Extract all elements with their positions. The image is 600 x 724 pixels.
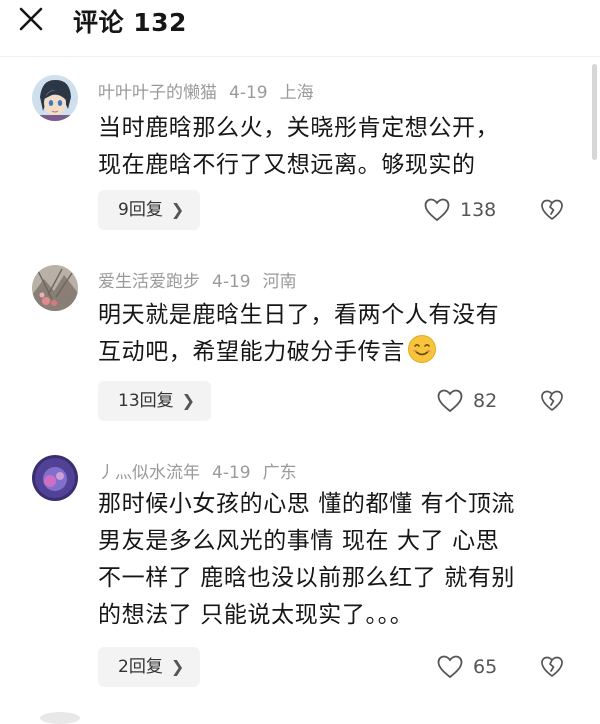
chevron-right-icon: ❯ (170, 657, 185, 676)
chevron-right-icon: ❯ (170, 200, 185, 219)
comment-text: 当时鹿晗那么火，关晓彤肯定想公开， 现在鹿晗不行了又想远离。够现实的 (98, 110, 568, 184)
comment-text: 那时候小女孩的心思 懂的都懂 有个顶流 男友是多么风光的事情 现在 大了 心思 … (98, 486, 568, 634)
comment-meta: 爱生活爱跑步 4-19 河南 (98, 267, 309, 292)
username[interactable]: 叶叶叶子的懒猫 (98, 83, 217, 103)
comments-header: 评论 132 (0, 0, 600, 40)
comment-line: 当时鹿晗那么火，关晓彤肯定想公开， (98, 115, 500, 141)
next-comment-avatar (40, 712, 80, 724)
chevron-right-icon: ❯ (181, 391, 196, 410)
comment-line: 不一样了 鹿晗也没以前那么红了 就有别 (98, 565, 516, 591)
heart-icon (424, 198, 450, 222)
page-title: 评论 132 (73, 8, 187, 37)
like-button[interactable]: 138 (424, 198, 496, 222)
view-replies-button[interactable]: 13回复 ❯ (98, 381, 212, 421)
comment-line: 那时候小女孩的心思 懂的都懂 有个顶流 (98, 491, 516, 517)
comment-meta: 叶叶叶子的懒猫 4-19 上海 (98, 78, 326, 103)
comment-date: 4-19 (229, 83, 268, 103)
like-button[interactable]: 65 (437, 655, 497, 679)
comment-meta: 丿灬似水流年 4-19 广东 (98, 458, 309, 483)
comment-line: 明天就是鹿晗生日了，看两个人有没有 (98, 302, 500, 328)
like-count: 65 (473, 656, 498, 678)
avatar[interactable] (32, 455, 78, 501)
like-count: 82 (473, 390, 498, 412)
smiling-face-emoji (407, 335, 436, 363)
comment-line: 的想法了 只能说太现实了。。。 (98, 602, 414, 628)
comment-line: 互动吧，希望能力破分手传言 (98, 334, 568, 371)
comment-line: 现在鹿晗不行了又想远离。够现实的 (98, 152, 476, 178)
heart-icon (437, 655, 463, 679)
header-divider (0, 56, 600, 57)
username[interactable]: 丿灬似水流年 (98, 463, 200, 483)
username[interactable]: 爱生活爱跑步 (98, 272, 200, 292)
view-replies-button[interactable]: 9回复 ❯ (98, 190, 201, 230)
heart-icon (437, 389, 463, 413)
comment-location: 上海 (279, 83, 314, 103)
reply-count-label: 13回复 (118, 391, 174, 411)
broken-heart-icon[interactable] (540, 198, 564, 222)
broken-heart-icon[interactable] (540, 655, 564, 679)
comment-date: 4-19 (212, 272, 251, 292)
comment-text: 明天就是鹿晗生日了，看两个人有没有 互动吧，希望能力破分手传言 (98, 297, 568, 371)
comment-date: 4-19 (212, 463, 251, 483)
avatar[interactable] (32, 265, 78, 311)
like-button[interactable]: 82 (437, 389, 497, 413)
broken-heart-icon[interactable] (540, 389, 564, 413)
scrollbar[interactable] (592, 64, 597, 160)
comment-location: 广东 (262, 463, 297, 483)
comment-location: 河南 (262, 272, 297, 292)
reply-count-label: 2回复 (118, 657, 163, 677)
view-replies-button[interactable]: 2回复 ❯ (98, 647, 201, 687)
reply-count-label: 9回复 (118, 200, 163, 220)
comment-line: 男友是多么风光的事情 现在 大了 心思 (98, 528, 500, 554)
close-icon[interactable] (14, 2, 48, 36)
like-count: 138 (460, 199, 497, 221)
avatar[interactable] (32, 75, 78, 121)
